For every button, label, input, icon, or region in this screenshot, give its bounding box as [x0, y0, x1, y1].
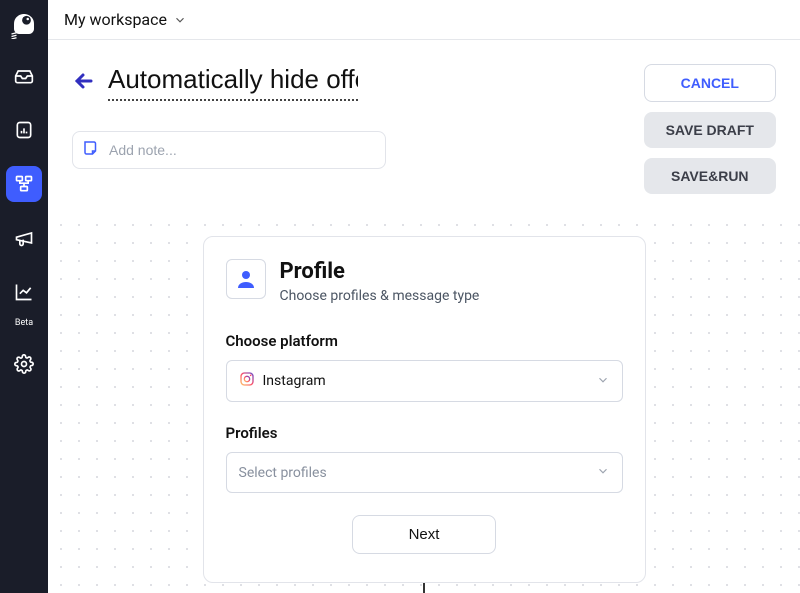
- app-logo: [8, 8, 40, 40]
- flow-title-input[interactable]: [108, 64, 358, 101]
- megaphone-icon[interactable]: [6, 220, 42, 256]
- settings-icon[interactable]: [6, 346, 42, 382]
- left-sidebar: Beta: [0, 0, 48, 593]
- note-input[interactable]: [72, 131, 386, 169]
- reports-icon[interactable]: [6, 112, 42, 148]
- profiles-label: Profiles: [226, 424, 623, 442]
- chevron-down-icon: [596, 463, 610, 482]
- save-run-button[interactable]: SAVE&RUN: [644, 158, 776, 194]
- platform-value: Instagram: [263, 373, 326, 389]
- connector-line: [423, 583, 425, 593]
- profile-icon: [226, 259, 266, 299]
- analytics-icon[interactable]: [6, 274, 42, 310]
- card-title: Profile: [280, 259, 480, 284]
- card-subtitle: Choose profiles & message type: [280, 288, 480, 304]
- back-arrow-icon[interactable]: [72, 69, 96, 97]
- profiles-placeholder: Select profiles: [239, 465, 327, 481]
- chevron-down-icon: [173, 13, 187, 27]
- note-icon: [82, 139, 100, 161]
- cancel-button[interactable]: CANCEL: [644, 64, 776, 102]
- workflow-icon[interactable]: [6, 166, 42, 202]
- top-bar: My workspace: [48, 0, 800, 40]
- platform-label: Choose platform: [226, 332, 623, 350]
- profiles-select[interactable]: Select profiles: [226, 452, 623, 493]
- chevron-down-icon: [596, 372, 610, 391]
- beta-label: Beta: [15, 318, 33, 328]
- instagram-icon: [239, 371, 255, 391]
- platform-select[interactable]: Instagram: [226, 360, 623, 402]
- save-draft-button[interactable]: SAVE DRAFT: [644, 112, 776, 148]
- workspace-selector[interactable]: My workspace: [64, 10, 187, 29]
- inbox-icon[interactable]: [6, 58, 42, 94]
- workspace-label: My workspace: [64, 10, 167, 29]
- next-button[interactable]: Next: [352, 515, 497, 554]
- canvas[interactable]: Profile Choose profiles & message type C…: [48, 212, 800, 593]
- profile-card: Profile Choose profiles & message type C…: [203, 236, 646, 583]
